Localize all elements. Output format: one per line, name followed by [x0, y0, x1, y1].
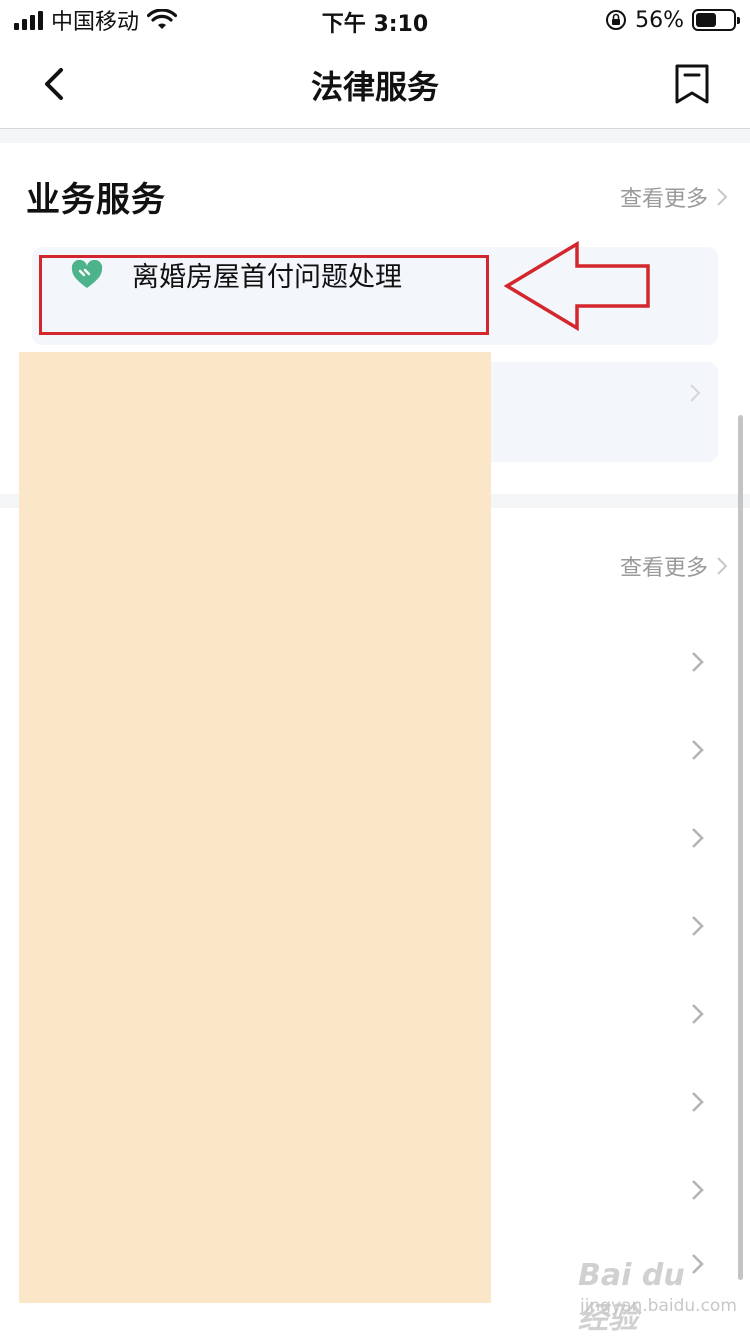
- battery-level: [696, 13, 716, 27]
- watermark: Bai du 经验 jingyan.baidu.com: [578, 1258, 737, 1336]
- chevron-right-icon: [717, 557, 728, 575]
- scrollbar[interactable]: [738, 415, 743, 1280]
- chevron-right-icon: [717, 188, 728, 206]
- bookmark-icon: [675, 64, 709, 104]
- view-more-label: 查看更多: [619, 187, 708, 212]
- battery-percent: 56%: [635, 7, 684, 33]
- status-bar: 中国移动 下午 3:10 56%: [0, 0, 750, 40]
- watermark-url: jingyan.baidu.com: [580, 1296, 737, 1316]
- chevron-right-icon[interactable]: [690, 738, 706, 762]
- chevron-right-icon[interactable]: [690, 1178, 706, 1202]
- chevron-right-icon[interactable]: [690, 1090, 706, 1114]
- chevron-right-icon[interactable]: [690, 650, 706, 674]
- battery-icon: [692, 9, 740, 31]
- battery-cap: [737, 17, 740, 24]
- view-more-label: 查看更多: [619, 556, 708, 581]
- section-title-business: 业务服务: [26, 180, 166, 220]
- highlight-box: [39, 255, 489, 335]
- status-right: 56%: [605, 6, 740, 34]
- nav-bar: 法律服务: [0, 40, 750, 129]
- page-title: 法律服务: [310, 68, 439, 106]
- bookmark-button[interactable]: [668, 60, 716, 108]
- chevron-right-icon: [690, 384, 701, 402]
- arrow-left-icon: [503, 240, 650, 332]
- orientation-lock-icon: [606, 10, 627, 30]
- section-divider: [0, 129, 750, 143]
- view-more-link[interactable]: 查看更多: [620, 181, 728, 213]
- view-more-link[interactable]: 查看更多: [620, 550, 728, 582]
- redaction-overlay: [19, 352, 491, 1303]
- chevron-right-icon[interactable]: [690, 826, 706, 850]
- chevron-right-icon[interactable]: [690, 1002, 706, 1026]
- chevron-right-icon[interactable]: [690, 914, 706, 938]
